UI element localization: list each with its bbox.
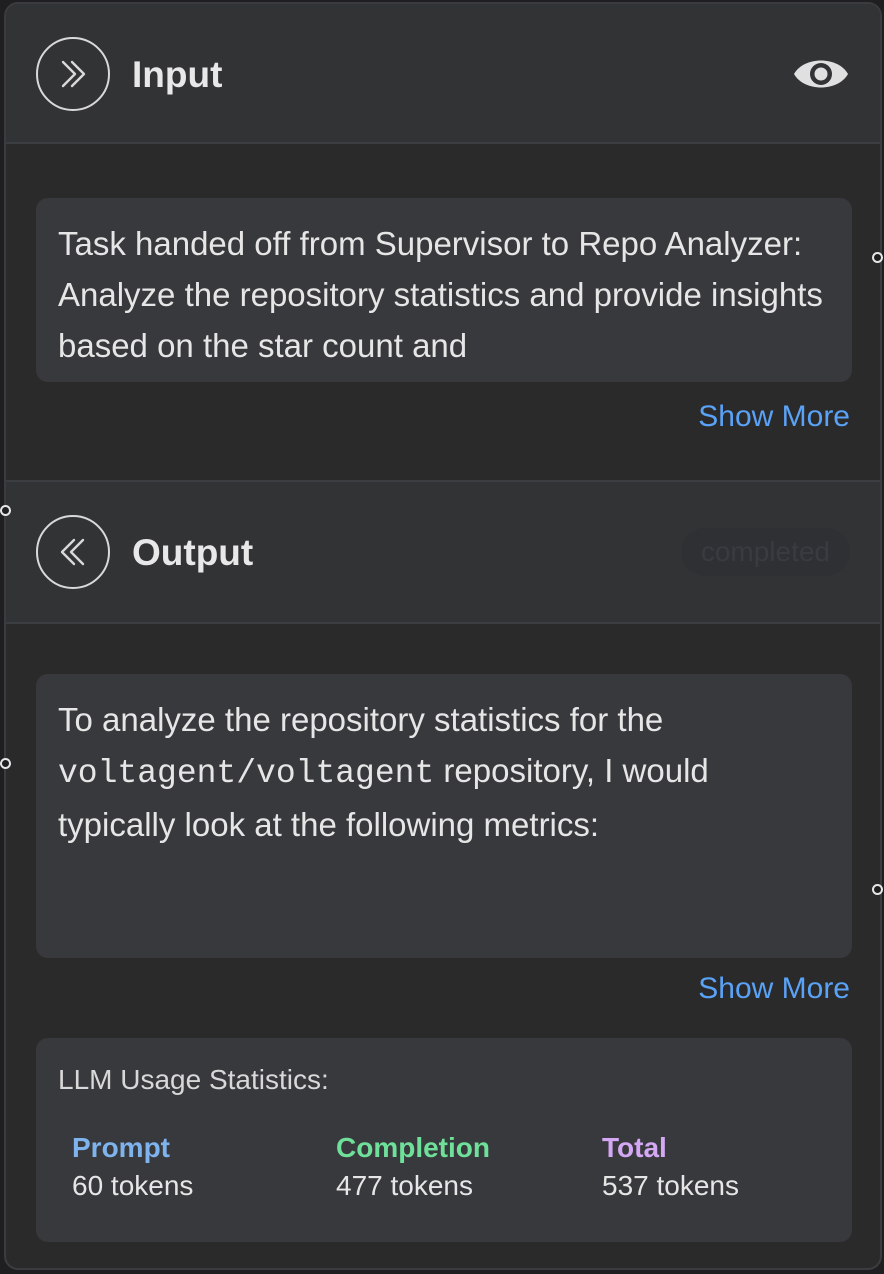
prompt-stat: Prompt 60 tokens [72,1130,193,1206]
input-header: Input [6,4,880,144]
total-value: 537 tokens [602,1170,739,1201]
input-title: Input [132,54,223,95]
usage-stats-title: LLM Usage Statistics: [58,1064,329,1095]
output-text-handle[interactable] [0,758,11,769]
chevrons-right-icon [36,37,110,111]
prompt-value: 60 tokens [72,1170,194,1201]
input-source-handle[interactable] [872,252,883,263]
output-show-more-link[interactable]: Show More [698,972,850,1006]
chevrons-left-icon [36,515,110,589]
completion-value: 477 tokens [336,1170,473,1201]
output-text-before: To analyze the repository statistics for… [58,701,664,738]
node-panel: Input Task handed off from Supervisor to… [4,2,882,1270]
total-stat: Total 537 tokens [602,1130,739,1206]
input-show-more-link[interactable]: Show More [698,400,850,434]
completion-stat: Completion 477 tokens [336,1130,490,1206]
total-label: Total [602,1132,667,1163]
output-header: Output completed [6,480,880,624]
output-target-handle[interactable] [0,505,11,516]
prompt-label: Prompt [72,1132,170,1163]
eye-icon[interactable] [792,52,850,96]
status-badge: completed [680,528,850,576]
output-source-handle[interactable] [872,884,883,895]
output-text-box: To analyze the repository statistics for… [36,674,852,958]
input-text: Task handed off from Supervisor to Repo … [58,225,823,364]
usage-stats-box: LLM Usage Statistics: Prompt 60 tokens C… [36,1038,852,1242]
repo-code: voltagent/voltagent [58,755,435,792]
completion-label: Completion [336,1132,490,1163]
output-title: Output [132,532,254,573]
input-text-box: Task handed off from Supervisor to Repo … [36,198,852,382]
